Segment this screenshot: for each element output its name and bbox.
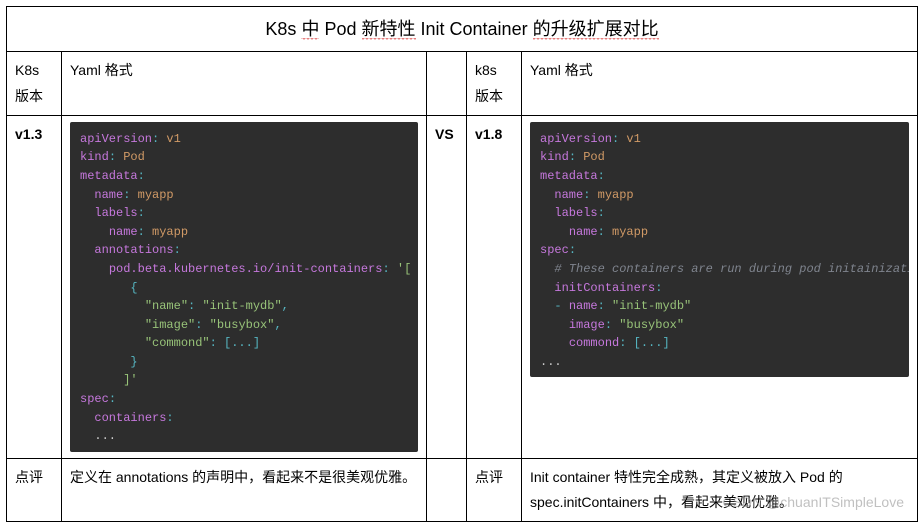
- code-line: pod.beta.kubernetes.io/init-containers: …: [80, 260, 408, 279]
- code-line: # These containers are run during pod in…: [540, 260, 899, 279]
- code-line: spec:: [80, 390, 408, 409]
- comparison-table: K8s 中 Pod 新特性 Init Container 的升级扩展对比 K8s…: [6, 6, 918, 522]
- left-code-cell: apiVersion: v1kind: Podmetadata: name: m…: [62, 115, 427, 458]
- code-line: spec:: [540, 241, 899, 260]
- code-line: apiVersion: v1: [540, 130, 899, 149]
- code-line: metadata:: [540, 167, 899, 186]
- title-part: Init Container: [421, 19, 528, 39]
- right-yaml-code: apiVersion: v1kind: Podmetadata: name: m…: [530, 122, 909, 378]
- right-version: v1.8: [467, 115, 522, 458]
- header-right-version: k8s 版本: [467, 52, 522, 115]
- code-line: name: myapp: [540, 223, 899, 242]
- code-line: ]': [80, 371, 408, 390]
- code-line: - name: "init-mydb": [540, 297, 899, 316]
- code-line: name: myapp: [80, 186, 408, 205]
- left-comment-label: 点评: [7, 458, 62, 521]
- left-version: v1.3: [7, 115, 62, 458]
- code-line: ...: [80, 427, 408, 446]
- code-line: name: myapp: [540, 186, 899, 205]
- code-line: image: "busybox": [540, 316, 899, 335]
- header-spacer: [427, 52, 467, 115]
- code-line: name: myapp: [80, 223, 408, 242]
- code-line: labels:: [80, 204, 408, 223]
- left-yaml-code: apiVersion: v1kind: Podmetadata: name: m…: [70, 122, 418, 452]
- code-line: annotations:: [80, 241, 408, 260]
- code-line: kind: Pod: [80, 148, 408, 167]
- code-line: {: [80, 279, 408, 298]
- title-text: K8s 中 Pod 新特性 Init Container 的升级扩展对比: [265, 19, 658, 40]
- header-right-yaml: Yaml 格式: [522, 52, 918, 115]
- header-left-version: K8s 版本: [7, 52, 62, 115]
- title-part: 中: [301, 19, 319, 40]
- title-part: K8s: [265, 19, 296, 39]
- right-code-cell: apiVersion: v1kind: Podmetadata: name: m…: [522, 115, 918, 458]
- code-row: v1.3 apiVersion: v1kind: Podmetadata: na…: [7, 115, 918, 458]
- table-title: K8s 中 Pod 新特性 Init Container 的升级扩展对比: [7, 7, 918, 52]
- code-line: "commond": [...]: [80, 334, 408, 353]
- comment-spacer: [427, 458, 467, 521]
- code-line: "name": "init-mydb",: [80, 297, 408, 316]
- left-comment-text: 定义在 annotations 的声明中，看起来不是很美观优雅。: [62, 458, 427, 521]
- code-line: commond: [...]: [540, 334, 899, 353]
- code-line: initContainers:: [540, 279, 899, 298]
- title-part: 的升级扩展对比: [533, 19, 659, 40]
- code-line: metadata:: [80, 167, 408, 186]
- code-line: }: [80, 353, 408, 372]
- header-left-yaml: Yaml 格式: [62, 52, 427, 115]
- header-row: K8s 版本 Yaml 格式 k8s 版本 Yaml 格式: [7, 52, 918, 115]
- code-line: apiVersion: v1: [80, 130, 408, 149]
- code-line: containers:: [80, 409, 408, 428]
- comment-row: 点评 定义在 annotations 的声明中，看起来不是很美观优雅。 点评 I…: [7, 458, 918, 521]
- code-line: ...: [540, 353, 899, 372]
- code-line: kind: Pod: [540, 148, 899, 167]
- right-comment-label: 点评: [467, 458, 522, 521]
- title-part: 新特性: [362, 19, 416, 40]
- right-comment-text: Init container 特性完全成熟，其定义被放入 Pod 的 spec.…: [522, 458, 918, 521]
- title-part: Pod: [324, 19, 356, 39]
- code-line: "image": "busybox",: [80, 316, 408, 335]
- vs-cell: VS: [427, 115, 467, 458]
- code-line: labels:: [540, 204, 899, 223]
